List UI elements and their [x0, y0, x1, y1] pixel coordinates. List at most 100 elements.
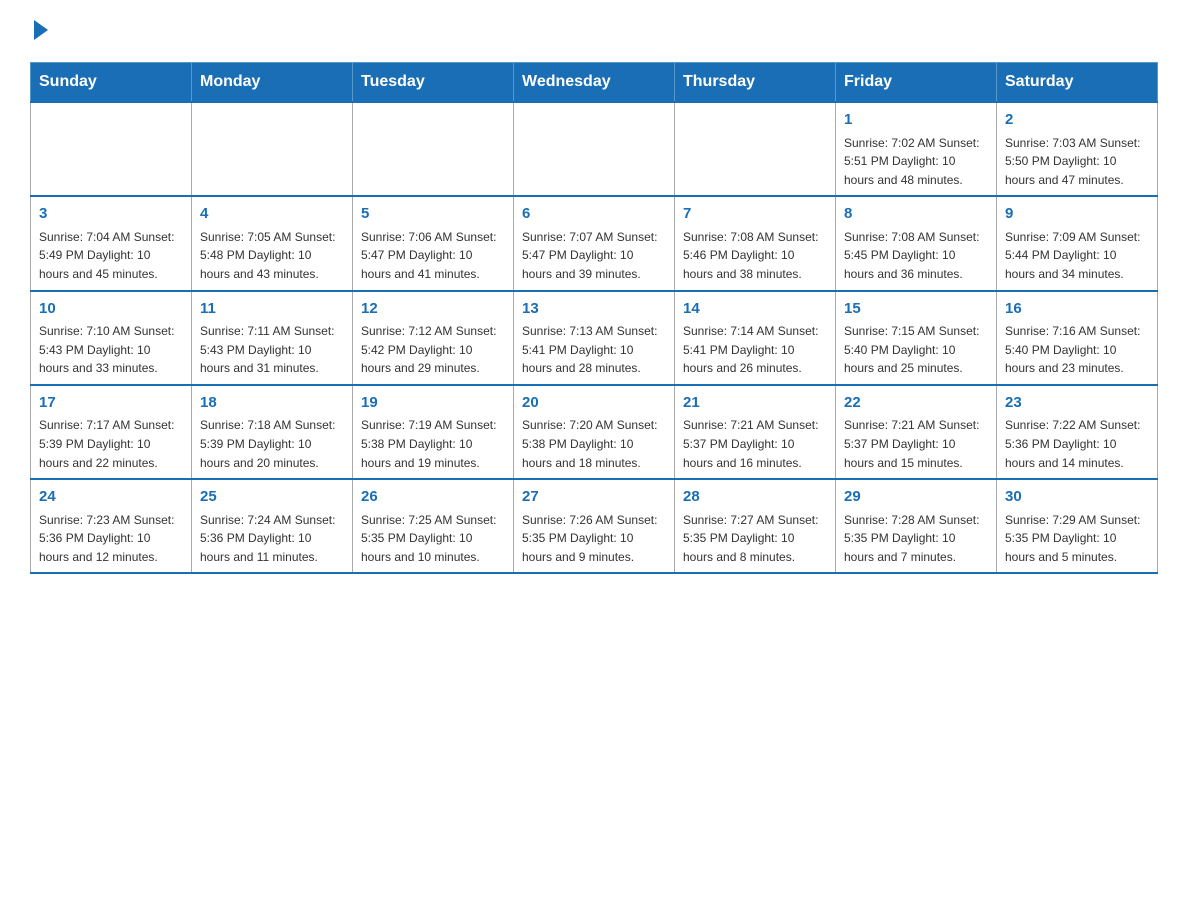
- weekday-header-saturday: Saturday: [997, 63, 1158, 103]
- day-info: Sunrise: 7:24 AM Sunset: 5:36 PM Dayligh…: [200, 511, 344, 567]
- day-number: 6: [522, 203, 666, 226]
- day-cell: 17Sunrise: 7:17 AM Sunset: 5:39 PM Dayli…: [31, 385, 192, 479]
- day-info: Sunrise: 7:12 AM Sunset: 5:42 PM Dayligh…: [361, 322, 505, 378]
- day-info: Sunrise: 7:15 AM Sunset: 5:40 PM Dayligh…: [844, 322, 988, 378]
- day-cell: 8Sunrise: 7:08 AM Sunset: 5:45 PM Daylig…: [836, 196, 997, 290]
- day-number: 3: [39, 203, 183, 226]
- day-number: 25: [200, 486, 344, 509]
- day-info: Sunrise: 7:21 AM Sunset: 5:37 PM Dayligh…: [844, 416, 988, 472]
- day-number: 29: [844, 486, 988, 509]
- day-cell: 11Sunrise: 7:11 AM Sunset: 5:43 PM Dayli…: [192, 291, 353, 385]
- week-row-2: 3Sunrise: 7:04 AM Sunset: 5:49 PM Daylig…: [31, 196, 1158, 290]
- day-number: 30: [1005, 486, 1149, 509]
- weekday-header-tuesday: Tuesday: [353, 63, 514, 103]
- day-cell: 16Sunrise: 7:16 AM Sunset: 5:40 PM Dayli…: [997, 291, 1158, 385]
- day-info: Sunrise: 7:27 AM Sunset: 5:35 PM Dayligh…: [683, 511, 827, 567]
- day-number: 17: [39, 392, 183, 415]
- day-number: 14: [683, 298, 827, 321]
- day-cell: [31, 102, 192, 196]
- day-info: Sunrise: 7:03 AM Sunset: 5:50 PM Dayligh…: [1005, 134, 1149, 190]
- day-number: 1: [844, 109, 988, 132]
- calendar-table: SundayMondayTuesdayWednesdayThursdayFrid…: [30, 62, 1158, 574]
- day-cell: 9Sunrise: 7:09 AM Sunset: 5:44 PM Daylig…: [997, 196, 1158, 290]
- day-cell: [192, 102, 353, 196]
- day-cell: 24Sunrise: 7:23 AM Sunset: 5:36 PM Dayli…: [31, 479, 192, 573]
- day-number: 7: [683, 203, 827, 226]
- day-info: Sunrise: 7:23 AM Sunset: 5:36 PM Dayligh…: [39, 511, 183, 567]
- day-cell: [514, 102, 675, 196]
- day-info: Sunrise: 7:28 AM Sunset: 5:35 PM Dayligh…: [844, 511, 988, 567]
- week-row-3: 10Sunrise: 7:10 AM Sunset: 5:43 PM Dayli…: [31, 291, 1158, 385]
- day-cell: 20Sunrise: 7:20 AM Sunset: 5:38 PM Dayli…: [514, 385, 675, 479]
- day-cell: 19Sunrise: 7:19 AM Sunset: 5:38 PM Dayli…: [353, 385, 514, 479]
- day-number: 5: [361, 203, 505, 226]
- day-info: Sunrise: 7:07 AM Sunset: 5:47 PM Dayligh…: [522, 228, 666, 284]
- day-cell: 13Sunrise: 7:13 AM Sunset: 5:41 PM Dayli…: [514, 291, 675, 385]
- day-cell: 28Sunrise: 7:27 AM Sunset: 5:35 PM Dayli…: [675, 479, 836, 573]
- day-number: 28: [683, 486, 827, 509]
- week-row-1: 1Sunrise: 7:02 AM Sunset: 5:51 PM Daylig…: [31, 102, 1158, 196]
- day-cell: [675, 102, 836, 196]
- day-number: 24: [39, 486, 183, 509]
- day-number: 8: [844, 203, 988, 226]
- day-cell: 14Sunrise: 7:14 AM Sunset: 5:41 PM Dayli…: [675, 291, 836, 385]
- day-number: 19: [361, 392, 505, 415]
- day-info: Sunrise: 7:13 AM Sunset: 5:41 PM Dayligh…: [522, 322, 666, 378]
- day-number: 21: [683, 392, 827, 415]
- weekday-header-sunday: Sunday: [31, 63, 192, 103]
- day-number: 15: [844, 298, 988, 321]
- day-number: 2: [1005, 109, 1149, 132]
- day-info: Sunrise: 7:08 AM Sunset: 5:46 PM Dayligh…: [683, 228, 827, 284]
- day-info: Sunrise: 7:20 AM Sunset: 5:38 PM Dayligh…: [522, 416, 666, 472]
- day-number: 23: [1005, 392, 1149, 415]
- day-cell: 25Sunrise: 7:24 AM Sunset: 5:36 PM Dayli…: [192, 479, 353, 573]
- day-info: Sunrise: 7:21 AM Sunset: 5:37 PM Dayligh…: [683, 416, 827, 472]
- day-cell: 27Sunrise: 7:26 AM Sunset: 5:35 PM Dayli…: [514, 479, 675, 573]
- day-info: Sunrise: 7:26 AM Sunset: 5:35 PM Dayligh…: [522, 511, 666, 567]
- day-cell: 3Sunrise: 7:04 AM Sunset: 5:49 PM Daylig…: [31, 196, 192, 290]
- day-cell: 23Sunrise: 7:22 AM Sunset: 5:36 PM Dayli…: [997, 385, 1158, 479]
- day-info: Sunrise: 7:18 AM Sunset: 5:39 PM Dayligh…: [200, 416, 344, 472]
- day-number: 18: [200, 392, 344, 415]
- logo-arrow-icon: [34, 20, 48, 40]
- day-cell: 4Sunrise: 7:05 AM Sunset: 5:48 PM Daylig…: [192, 196, 353, 290]
- day-info: Sunrise: 7:14 AM Sunset: 5:41 PM Dayligh…: [683, 322, 827, 378]
- day-info: Sunrise: 7:19 AM Sunset: 5:38 PM Dayligh…: [361, 416, 505, 472]
- week-row-4: 17Sunrise: 7:17 AM Sunset: 5:39 PM Dayli…: [31, 385, 1158, 479]
- weekday-header-thursday: Thursday: [675, 63, 836, 103]
- day-cell: 12Sunrise: 7:12 AM Sunset: 5:42 PM Dayli…: [353, 291, 514, 385]
- day-number: 22: [844, 392, 988, 415]
- day-number: 9: [1005, 203, 1149, 226]
- day-cell: 30Sunrise: 7:29 AM Sunset: 5:35 PM Dayli…: [997, 479, 1158, 573]
- day-info: Sunrise: 7:08 AM Sunset: 5:45 PM Dayligh…: [844, 228, 988, 284]
- day-cell: 7Sunrise: 7:08 AM Sunset: 5:46 PM Daylig…: [675, 196, 836, 290]
- day-cell: 26Sunrise: 7:25 AM Sunset: 5:35 PM Dayli…: [353, 479, 514, 573]
- day-number: 26: [361, 486, 505, 509]
- week-row-5: 24Sunrise: 7:23 AM Sunset: 5:36 PM Dayli…: [31, 479, 1158, 573]
- weekday-header-friday: Friday: [836, 63, 997, 103]
- day-cell: 2Sunrise: 7:03 AM Sunset: 5:50 PM Daylig…: [997, 102, 1158, 196]
- day-number: 12: [361, 298, 505, 321]
- day-info: Sunrise: 7:11 AM Sunset: 5:43 PM Dayligh…: [200, 322, 344, 378]
- day-number: 4: [200, 203, 344, 226]
- day-cell: 1Sunrise: 7:02 AM Sunset: 5:51 PM Daylig…: [836, 102, 997, 196]
- page-header: [30, 20, 1158, 42]
- day-cell: 21Sunrise: 7:21 AM Sunset: 5:37 PM Dayli…: [675, 385, 836, 479]
- day-info: Sunrise: 7:02 AM Sunset: 5:51 PM Dayligh…: [844, 134, 988, 190]
- day-cell: 22Sunrise: 7:21 AM Sunset: 5:37 PM Dayli…: [836, 385, 997, 479]
- day-info: Sunrise: 7:04 AM Sunset: 5:49 PM Dayligh…: [39, 228, 183, 284]
- day-info: Sunrise: 7:22 AM Sunset: 5:36 PM Dayligh…: [1005, 416, 1149, 472]
- day-number: 27: [522, 486, 666, 509]
- day-number: 16: [1005, 298, 1149, 321]
- day-info: Sunrise: 7:29 AM Sunset: 5:35 PM Dayligh…: [1005, 511, 1149, 567]
- day-info: Sunrise: 7:16 AM Sunset: 5:40 PM Dayligh…: [1005, 322, 1149, 378]
- day-info: Sunrise: 7:10 AM Sunset: 5:43 PM Dayligh…: [39, 322, 183, 378]
- day-cell: 15Sunrise: 7:15 AM Sunset: 5:40 PM Dayli…: [836, 291, 997, 385]
- day-info: Sunrise: 7:25 AM Sunset: 5:35 PM Dayligh…: [361, 511, 505, 567]
- day-number: 10: [39, 298, 183, 321]
- day-number: 11: [200, 298, 344, 321]
- day-cell: 5Sunrise: 7:06 AM Sunset: 5:47 PM Daylig…: [353, 196, 514, 290]
- weekday-header-row: SundayMondayTuesdayWednesdayThursdayFrid…: [31, 63, 1158, 103]
- day-number: 13: [522, 298, 666, 321]
- day-cell: 6Sunrise: 7:07 AM Sunset: 5:47 PM Daylig…: [514, 196, 675, 290]
